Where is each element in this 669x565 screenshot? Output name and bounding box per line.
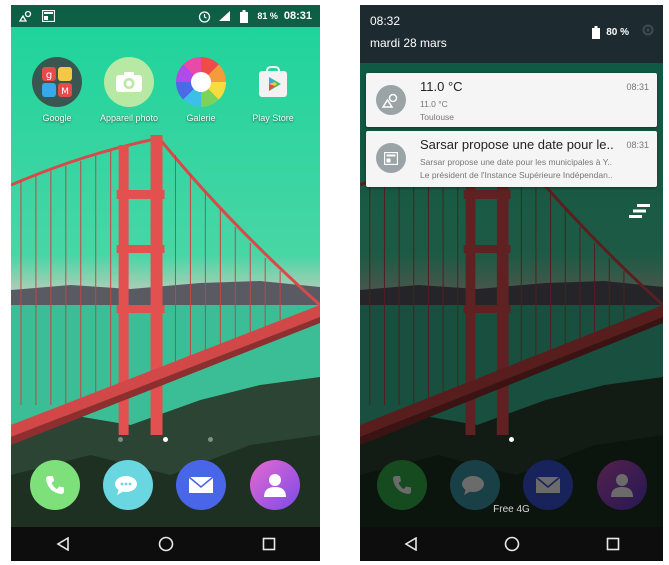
status-bar[interactable]: 81 % 08:31 <box>11 5 320 27</box>
svg-text:g: g <box>46 70 52 81</box>
dock-email[interactable] <box>176 460 226 510</box>
notification-line: 11.0 °C <box>420 99 448 109</box>
app-label: Google <box>42 113 72 123</box>
gallery-icon <box>176 57 226 107</box>
email-icon <box>188 476 214 493</box>
app-label: Play Store <box>252 113 294 123</box>
settings-button[interactable] <box>641 23 655 42</box>
back-icon <box>55 537 69 551</box>
clear-all-icon <box>629 204 650 218</box>
notification-weather[interactable]: 11.0 °C 08:31 11.0 °C Toulouse <box>366 73 657 127</box>
app-camera[interactable]: Appareil photo <box>96 57 162 123</box>
dock-phone[interactable] <box>30 460 80 510</box>
back-button[interactable] <box>43 529 83 559</box>
recents-button[interactable] <box>249 529 289 559</box>
notification-news[interactable]: Sarsar propose une date pour le.. 08:31 … <box>366 131 657 187</box>
navigation-bar <box>11 527 320 561</box>
app-play-store[interactable]: Play Store <box>240 57 306 123</box>
navigation-bar <box>360 527 663 561</box>
recents-icon <box>262 537 275 551</box>
clock: 08:31 <box>283 10 312 22</box>
camera-icon <box>104 57 154 107</box>
recents-icon <box>606 537 619 551</box>
page-indicator <box>11 437 320 442</box>
app-label: Galerie <box>186 113 216 123</box>
battery-icon <box>592 26 601 39</box>
alarm-icon <box>197 9 211 23</box>
messages-icon <box>115 476 137 495</box>
notification-line: Le président de l'Instance Supérieure In… <box>420 170 613 180</box>
app-google[interactable]: g M Google <box>24 57 90 123</box>
home-button[interactable] <box>146 529 186 559</box>
battery-percent: 80 % <box>606 27 629 38</box>
dock-messages[interactable] <box>103 460 153 510</box>
home-button[interactable] <box>492 529 532 559</box>
back-icon <box>403 537 417 551</box>
shade-header[interactable]: 08:32 mardi 28 mars 80 % <box>360 5 663 63</box>
svg-text:M: M <box>61 87 69 97</box>
page-dot <box>163 437 168 442</box>
signal-icon <box>217 9 231 23</box>
battery-percent: 81 % <box>257 11 278 21</box>
app-gallery[interactable]: Galerie <box>168 57 234 123</box>
recents-button[interactable] <box>593 529 633 559</box>
gear-icon <box>642 24 654 36</box>
notification-shade-screen: 08:32 mardi 28 mars 80 % 11.0 °C 08:31 1… <box>360 5 663 561</box>
page-dot <box>208 437 213 442</box>
notification-title: Sarsar propose une date pour le.. <box>420 137 614 152</box>
home-icon <box>504 536 519 552</box>
back-button[interactable] <box>391 529 431 559</box>
notification-line: Sarsar propose une date pour les municip… <box>420 157 613 167</box>
news-icon <box>41 9 55 23</box>
home-icon <box>158 536 173 552</box>
shade-date: mardi 28 mars <box>370 36 447 50</box>
app-label: Appareil photo <box>99 113 159 123</box>
notification-line: Toulouse <box>420 112 455 122</box>
page-indicator <box>360 437 663 442</box>
news-icon <box>376 143 406 173</box>
carrier-label: Free 4G <box>493 504 530 515</box>
contacts-icon <box>264 474 286 497</box>
notification-time: 08:31 <box>626 140 649 150</box>
play-store-icon <box>248 57 298 107</box>
google-folder-icon: g M <box>32 57 82 107</box>
shade-time: 08:32 <box>370 14 401 28</box>
shade-battery: 80 % <box>592 26 629 39</box>
home-screen: 81 % 08:31 g M Google Appareil photo Gal… <box>11 5 320 561</box>
notification-title: 11.0 °C <box>420 79 463 94</box>
weather-icon <box>376 85 406 115</box>
page-dot <box>118 437 123 442</box>
notification-time: 08:31 <box>626 82 649 92</box>
dock-contacts[interactable] <box>250 460 300 510</box>
weather-icon <box>19 9 33 23</box>
page-dot <box>509 437 514 442</box>
clear-all-button[interactable] <box>629 203 651 224</box>
battery-icon <box>237 9 251 23</box>
phone-icon <box>46 476 64 494</box>
